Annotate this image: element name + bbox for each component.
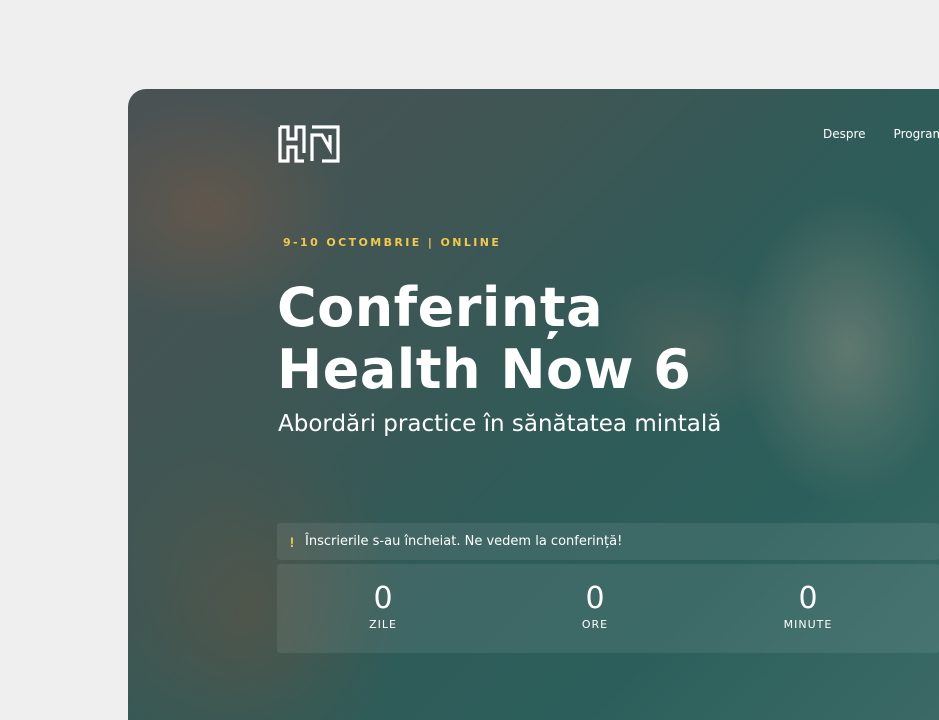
exclamation-icon: ! [289, 533, 295, 550]
main-nav: Despre Program [823, 127, 939, 141]
notice-text: Înscrierile s-au încheiat. Ne vedem la c… [305, 534, 623, 549]
title-line-1: Conferința [277, 276, 604, 339]
countdown-hours-value: 0 [585, 581, 605, 616]
countdown-hours-label: ORE [581, 618, 609, 631]
health-now-logo[interactable] [278, 125, 340, 163]
title-line-2: Health Now 6 [277, 338, 692, 401]
countdown-days-label: ZILE [369, 618, 397, 631]
event-date-location: 9-10 OCTOMBRIE | ONLINE [283, 236, 502, 249]
countdown-timer: 0 ZILE 0 ORE 0 MINUTE [277, 564, 939, 653]
page-title: Conferința Health Now 6 [277, 277, 691, 401]
countdown-days-value: 0 [373, 581, 393, 616]
countdown-hours: 0 ORE [489, 564, 701, 653]
countdown-minutes-value: 0 [798, 581, 818, 616]
nav-link-program[interactable]: Program [894, 127, 939, 141]
page-subtitle: Abordări practice în sănătatea mintală [278, 411, 722, 437]
nav-link-despre[interactable]: Despre [823, 127, 866, 141]
countdown-minutes-label: MINUTE [783, 618, 833, 631]
countdown-minutes: 0 MINUTE [702, 564, 914, 653]
registration-notice: ! Înscrierile s-au încheiat. Ne vedem la… [277, 523, 939, 560]
countdown-days: 0 ZILE [277, 564, 489, 653]
hero-section: Despre Program 9-10 OCTOMBRIE | ONLINE C… [128, 89, 939, 720]
